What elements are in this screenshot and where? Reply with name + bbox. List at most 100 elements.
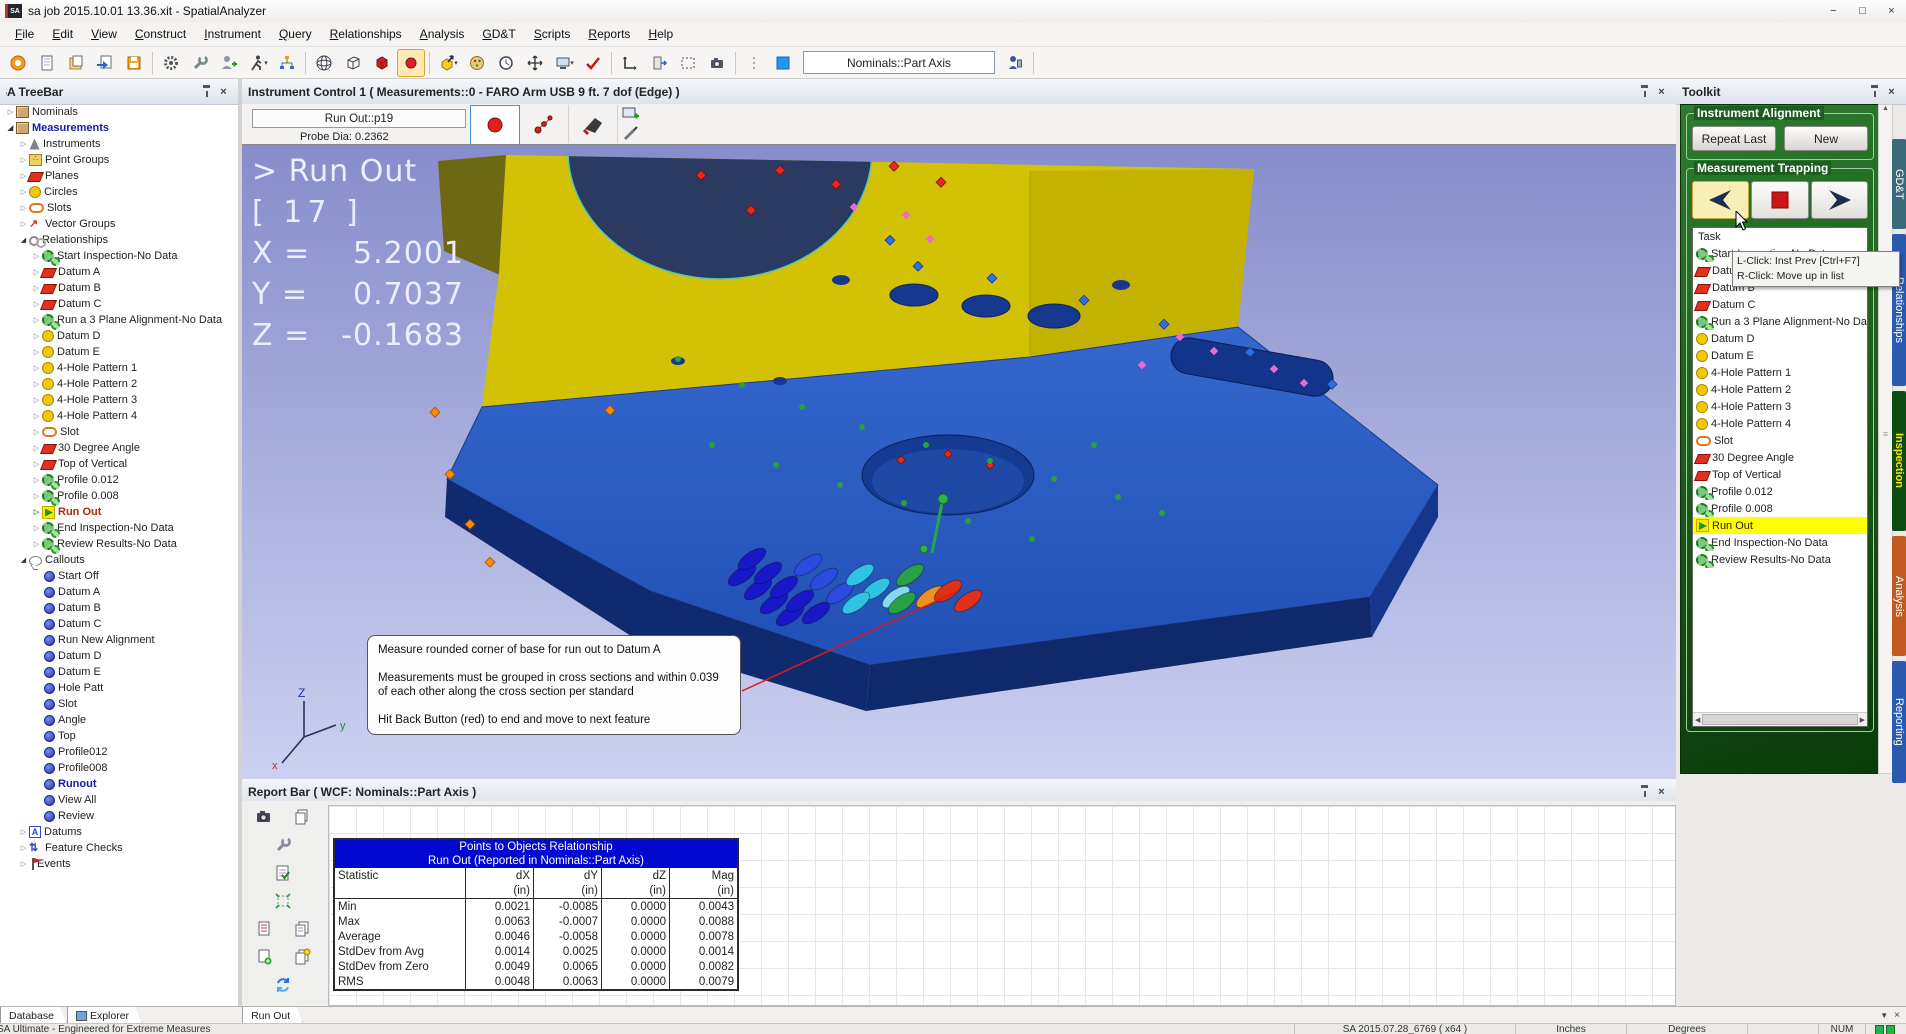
menu-gd-t[interactable]: GD&T	[473, 23, 524, 45]
tree-item-events[interactable]: ▷Events	[0, 856, 238, 872]
task-end-inspection-no-data[interactable]: End Inspection-No Data	[1693, 534, 1867, 551]
toolkit-tab-reporting[interactable]: Reporting	[1892, 661, 1906, 783]
task-datum-d[interactable]: Datum D	[1693, 330, 1867, 347]
axes-icon[interactable]	[616, 49, 644, 77]
tree-item-datum-e[interactable]: Datum E	[0, 664, 238, 680]
next-task-button[interactable]	[1811, 181, 1868, 219]
close-panel-icon[interactable]: ×	[1653, 83, 1670, 100]
tree-item-angle[interactable]: Angle	[0, 712, 238, 728]
expand-icon[interactable]: ▷	[31, 508, 42, 516]
open-file-icon[interactable]	[62, 49, 90, 77]
toolkit-tab-inspection[interactable]: Inspection	[1892, 391, 1906, 531]
red-check-icon[interactable]	[579, 49, 607, 77]
tree-item-slot[interactable]: Slot	[0, 696, 238, 712]
tree-item-vector-groups[interactable]: ▷Vector Groups	[0, 216, 238, 232]
task-4-hole-pattern-2[interactable]: 4-Hole Pattern 2	[1693, 381, 1867, 398]
expand-icon[interactable]: ▷	[31, 380, 42, 388]
menu-scripts[interactable]: Scripts	[525, 23, 580, 45]
tree-item-datum-d[interactable]: ▷Datum D	[0, 328, 238, 344]
tab-database[interactable]: Database	[0, 1007, 67, 1024]
tree-item-4-hole-pattern-4[interactable]: ▷4-Hole Pattern 4	[0, 408, 238, 424]
blue-square-icon[interactable]	[769, 49, 797, 77]
measure-point-button[interactable]	[470, 105, 520, 145]
collapse-icon[interactable]: ◢	[18, 236, 29, 244]
expand-icon[interactable]: ▷	[31, 428, 42, 436]
stylus-icon[interactable]	[618, 124, 644, 143]
run-script-icon[interactable]: ▾	[244, 49, 272, 77]
toolkit-tab-analysis[interactable]: Analysis	[1892, 536, 1906, 656]
new-file-icon[interactable]	[33, 49, 61, 77]
tree-item-datum-d[interactable]: Datum D	[0, 648, 238, 664]
expand-icon[interactable]: ▷	[31, 476, 42, 484]
expand-icon[interactable]: ▷	[31, 524, 42, 532]
task-4-hole-pattern-1[interactable]: 4-Hole Pattern 1	[1693, 364, 1867, 381]
minimize-button[interactable]: −	[1819, 0, 1848, 22]
tree-item-datum-c[interactable]: Datum C	[0, 616, 238, 632]
task-run-a-3-plane-alignment-no-data[interactable]: Run a 3 Plane Alignment-No Data	[1693, 313, 1867, 330]
tree-item-datum-e[interactable]: ▷Datum E	[0, 344, 238, 360]
tree-item-nominals[interactable]: ▷Nominals	[0, 104, 238, 120]
task-4-hole-pattern-4[interactable]: 4-Hole Pattern 4	[1693, 415, 1867, 432]
stop-button[interactable]	[1751, 181, 1808, 219]
3d-viewport[interactable]: Z y x > Run Out [ 17 ] X =5.2001Y =0.703…	[242, 144, 1676, 780]
doc-icon[interactable]	[253, 919, 275, 939]
collapse-icon[interactable]: ◢	[18, 556, 29, 564]
task-review-results-no-data[interactable]: Review Results-No Data	[1693, 551, 1867, 568]
tree-item-slot[interactable]: ▷Slot	[0, 424, 238, 440]
menu-construct[interactable]: Construct	[126, 23, 195, 45]
task-30-degree-angle[interactable]: 30 Degree Angle	[1693, 449, 1867, 466]
tree-item-run-out[interactable]: ▷Run Out	[0, 504, 238, 520]
menu-file[interactable]: File	[6, 23, 43, 45]
tab-explorer[interactable]: Explorer	[67, 1007, 142, 1024]
menu-reports[interactable]: Reports	[579, 23, 639, 45]
save-icon[interactable]	[120, 49, 148, 77]
close-panel-icon[interactable]: ×	[1653, 783, 1670, 800]
expand-icon[interactable]: ▷	[18, 140, 29, 148]
tree-item-review[interactable]: Review	[0, 808, 238, 824]
expand-icon[interactable]: ▷	[18, 860, 29, 868]
tree-item-run-a-3-plane-alignment-no-data[interactable]: ▷Run a 3 Plane Alignment-No Data	[0, 312, 238, 328]
tree-item-end-inspection-no-data[interactable]: ▷End Inspection-No Data	[0, 520, 238, 536]
expand-icon[interactable]: ▷	[18, 156, 29, 164]
docs-star-icon[interactable]	[291, 947, 313, 967]
probe-person-icon[interactable]	[1001, 49, 1029, 77]
point-name-field[interactable]: Run Out::p19	[252, 109, 466, 128]
expand-icon[interactable]: ▷	[31, 412, 42, 420]
tree-item-datum-c[interactable]: ▷Datum C	[0, 296, 238, 312]
move-arrows-icon[interactable]	[521, 49, 549, 77]
tree-item-runout[interactable]: Runout	[0, 776, 238, 792]
pin-icon[interactable]	[1636, 83, 1653, 100]
new-alignment-button[interactable]: New	[1784, 126, 1868, 151]
menu-query[interactable]: Query	[270, 23, 321, 45]
expand-icon[interactable]: ▷	[31, 364, 42, 372]
task-horizontal-scrollbar[interactable]: ◀▶	[1693, 712, 1867, 726]
pin-icon[interactable]	[1866, 83, 1883, 100]
collapse-icon[interactable]: ◢	[5, 124, 16, 132]
expand-icon[interactable]: ▷	[18, 188, 29, 196]
toolkit-scrollbar[interactable]: ▲ ≡	[1878, 104, 1893, 774]
expand-icon[interactable]: ▷	[31, 252, 42, 260]
tree-item-top[interactable]: Top	[0, 728, 238, 744]
menu-relationships[interactable]: Relationships	[321, 23, 411, 45]
close-panel-icon[interactable]: ×	[215, 83, 232, 100]
frame-combo[interactable]: Nominals::Part Axis	[803, 51, 995, 74]
tree-item-run-new-alignment[interactable]: Run New Alignment	[0, 632, 238, 648]
tree-item-measurements[interactable]: ◢Measurements	[0, 120, 238, 136]
menu-instrument[interactable]: Instrument	[195, 23, 270, 45]
tree-item-datum-b[interactable]: Datum B	[0, 600, 238, 616]
menu-help[interactable]: Help	[639, 23, 682, 45]
tree-item-4-hole-pattern-2[interactable]: ▷4-Hole Pattern 2	[0, 376, 238, 392]
window-add-icon[interactable]	[618, 105, 644, 124]
tree-item-4-hole-pattern-1[interactable]: ▷4-Hole Pattern 1	[0, 360, 238, 376]
task-profile-0-008[interactable]: Profile 0.008	[1693, 500, 1867, 517]
tree-item-circles[interactable]: ▷Circles	[0, 184, 238, 200]
sphere-view-icon[interactable]	[310, 49, 338, 77]
tree-item-datum-b[interactable]: ▷Datum B	[0, 280, 238, 296]
scanner-probe-button[interactable]	[569, 105, 618, 143]
palette-icon[interactable]	[463, 49, 491, 77]
maximize-button[interactable]: □	[1848, 0, 1877, 22]
camera-icon[interactable]	[703, 49, 731, 77]
wire-cube-icon[interactable]	[339, 49, 367, 77]
enter-door-icon[interactable]	[645, 49, 673, 77]
tree-item-start-inspection-no-data[interactable]: ▷Start Inspection-No Data	[0, 248, 238, 264]
